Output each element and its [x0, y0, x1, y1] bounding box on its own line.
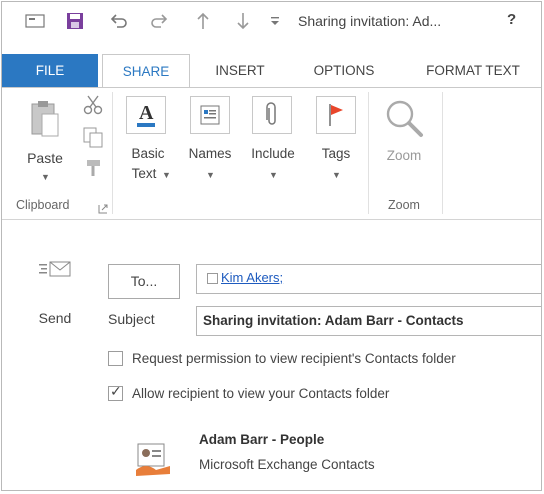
request-permission-label: Request permission to view recipient's C… — [132, 350, 456, 366]
dialog-launcher-icon[interactable] — [98, 201, 108, 219]
subject-field[interactable]: Sharing invitation: Adam Barr - Contacts — [196, 306, 541, 336]
ribbon-separator — [442, 92, 443, 214]
redo-icon[interactable] — [148, 10, 170, 32]
address-book-icon — [190, 96, 230, 134]
paste-label: Paste — [27, 150, 63, 166]
shared-folder-source: Microsoft Exchange Contacts — [199, 457, 375, 472]
chevron-down-icon: ▼ — [162, 170, 171, 180]
tab-file[interactable]: FILE — [2, 54, 98, 88]
magnifier-icon — [384, 98, 424, 143]
checkmark-icon: ✓ — [110, 382, 122, 399]
chevron-down-icon: ▼ — [269, 170, 278, 180]
tags-button[interactable]: Tags ▼ — [308, 94, 364, 194]
flag-icon — [316, 96, 356, 134]
svg-text:A: A — [139, 102, 154, 124]
cut-icon[interactable] — [82, 94, 104, 121]
zoom-group-label: Zoom — [388, 198, 420, 212]
zoom-label: Zoom — [386, 148, 422, 163]
request-permission-checkbox[interactable] — [108, 350, 123, 366]
allow-view-label: Allow recipient to view your Contacts fo… — [132, 385, 390, 401]
basic-text-button[interactable]: A Basic Text ▼ — [120, 94, 176, 194]
quick-access-toolbar: Sharing invitation: Ad... ? — [2, 2, 541, 40]
request-permission-option[interactable]: Request permission to view recipient's C… — [108, 348, 456, 368]
window-title: Sharing invitation: Ad... — [298, 13, 442, 29]
ribbon-separator — [112, 92, 113, 214]
ribbon-tabs: FILE SHARE INSERT OPTIONS FORMAT TEXT — [2, 54, 541, 89]
recipient-link[interactable]: Kim Akers; — [221, 270, 283, 285]
format-painter-icon[interactable] — [84, 158, 104, 183]
contacts-folder-icon — [134, 442, 172, 478]
basic-text-label-line1: Basic — [131, 146, 165, 161]
arrow-down-icon[interactable] — [232, 10, 254, 32]
send-icon — [38, 256, 72, 289]
tab-share[interactable]: SHARE — [102, 54, 190, 89]
clipboard-group-label: Clipboard — [16, 198, 70, 212]
send-label: Send — [38, 310, 72, 326]
sharing-form: Send To... Kim Akers; Subject Sharing in… — [2, 220, 541, 490]
shared-folder-name: Adam Barr - People — [199, 432, 325, 447]
recipient-checkbox[interactable] — [207, 273, 218, 284]
tab-options[interactable]: OPTIONS — [294, 54, 394, 88]
font-color-icon: A — [126, 96, 166, 134]
to-button[interactable]: To... — [108, 264, 180, 299]
ribbon: Paste ▼ Clipboard A Basic Text ▼ Names ▼… — [2, 88, 541, 220]
paste-icon — [30, 100, 60, 143]
paste-button[interactable]: Paste ▼ — [16, 96, 74, 188]
tab-insert[interactable]: INSERT — [198, 54, 282, 88]
customize-toolbar-icon[interactable] — [268, 10, 282, 32]
paperclip-icon — [252, 96, 292, 134]
save-icon[interactable] — [64, 10, 86, 32]
tab-format-text[interactable]: FORMAT TEXT — [406, 54, 540, 88]
chevron-down-icon: ▼ — [41, 172, 50, 182]
names-label: Names — [188, 146, 232, 161]
undo-icon[interactable] — [108, 10, 130, 32]
tags-label: Tags — [321, 146, 351, 161]
chevron-down-icon: ▼ — [332, 170, 341, 180]
to-field[interactable]: Kim Akers; — [196, 264, 541, 294]
allow-view-option[interactable]: ✓ Allow recipient to view your Contacts … — [108, 383, 389, 403]
copy-icon[interactable] — [82, 126, 104, 153]
names-button[interactable]: Names ▼ — [182, 94, 238, 194]
envelope-icon[interactable] — [24, 10, 46, 32]
basic-text-label-line2: Text — [131, 166, 157, 181]
allow-view-checkbox[interactable]: ✓ — [108, 382, 123, 401]
outlook-window: Sharing invitation: Ad... ? FILE SHARE I… — [1, 1, 542, 491]
arrow-up-icon[interactable] — [192, 10, 214, 32]
include-button[interactable]: Include ▼ — [242, 94, 304, 194]
chevron-down-icon: ▼ — [206, 170, 215, 180]
send-button[interactable]: Send — [26, 252, 84, 334]
zoom-button[interactable]: Zoom — [374, 94, 434, 174]
help-button[interactable]: ? — [507, 11, 516, 28]
include-label: Include — [251, 146, 295, 161]
subject-label: Subject — [108, 311, 155, 327]
ribbon-separator — [368, 92, 369, 214]
